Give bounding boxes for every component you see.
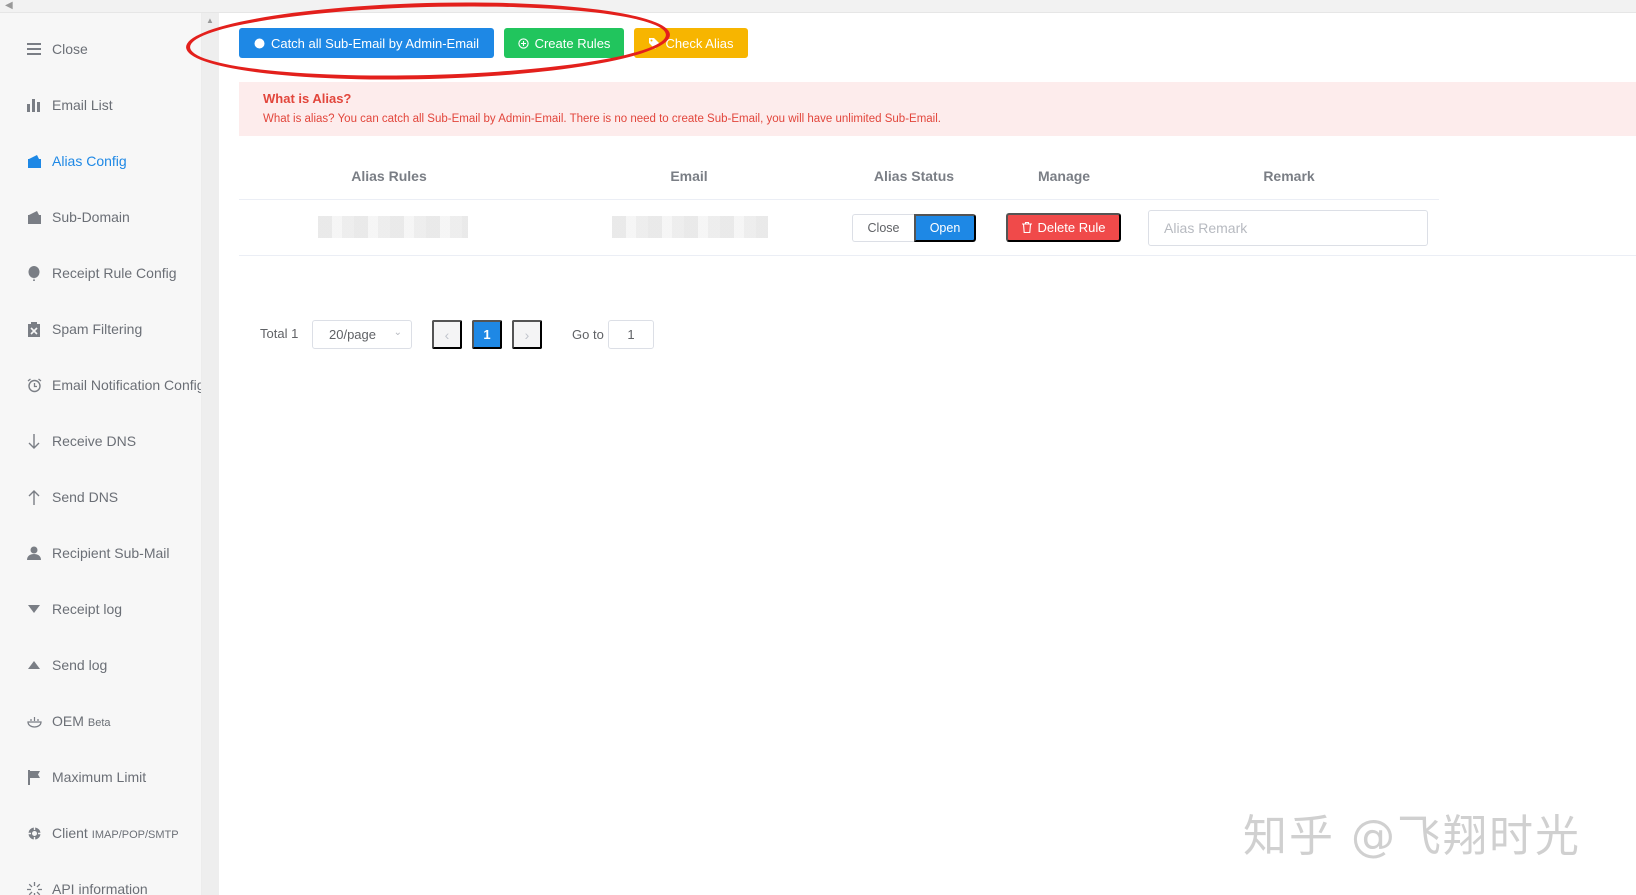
- sidebar-item-receipt-rule-config[interactable]: Receipt Rule Config: [0, 253, 201, 293]
- watermark: 知乎 @飞翔时光: [1243, 811, 1581, 862]
- balloon-icon: [26, 265, 42, 281]
- column-header-alias-rules: Alias Rules: [351, 168, 427, 184]
- check-alias-label: Check Alias: [665, 35, 734, 51]
- catch-all-label: Catch all Sub-Email by Admin-Email: [270, 35, 480, 51]
- create-rules-label: Create Rules: [534, 35, 611, 51]
- sidebar-item-label: Close: [52, 41, 88, 57]
- chevron-down-icon: ⌄: [393, 327, 402, 338]
- sidebar-item-label: Email List: [52, 97, 113, 113]
- triangle-up-icon: [26, 657, 42, 673]
- bar-chart-icon: [26, 97, 42, 113]
- dish-icon: [26, 713, 42, 729]
- sidebar-item-spam-filtering[interactable]: Spam Filtering: [0, 309, 201, 349]
- info-alert: What is Alias? What is alias? You can ca…: [239, 82, 1636, 136]
- pagination-total: Total 1: [260, 326, 299, 341]
- sidebar-item-sub-domain[interactable]: Sub-Domain: [0, 197, 201, 237]
- scroll-left-icon[interactable]: ◀: [5, 0, 13, 12]
- user-icon: [26, 545, 42, 561]
- sidebar-item-label: Alias Config: [52, 153, 127, 169]
- sidebar-item-send-log[interactable]: Send log: [0, 645, 201, 685]
- tag-icon: [648, 37, 660, 49]
- catch-all-button[interactable]: Catch all Sub-Email by Admin-Email: [239, 28, 494, 58]
- prev-page-button[interactable]: ‹: [432, 320, 462, 349]
- column-header-alias-status: Alias Status: [873, 168, 955, 184]
- plus-circle-icon: [517, 37, 529, 49]
- goto-label: Go to: [572, 327, 604, 342]
- header-divider: [239, 199, 1439, 200]
- sidebar-item-label: API information: [52, 881, 148, 895]
- clipboard-x-icon: [26, 321, 42, 337]
- sidebar-item-label: Receipt Rule Config: [52, 265, 177, 281]
- status-open-button[interactable]: Open: [914, 214, 976, 242]
- column-header-manage: Manage: [1037, 168, 1091, 184]
- sidebar-item-api-information[interactable]: API information: [0, 869, 201, 895]
- protocol-badge: IMAP/POP/SMTP: [91, 829, 179, 841]
- status-close-button[interactable]: Close: [852, 214, 914, 242]
- flag-icon: [26, 769, 42, 785]
- top-scroll-strip: ◀: [0, 0, 1636, 13]
- menu-icon: [26, 41, 42, 57]
- check-alias-button[interactable]: Check Alias: [634, 28, 748, 58]
- beta-badge: Beta: [87, 717, 111, 729]
- triangle-down-icon: [26, 601, 42, 617]
- next-page-button[interactable]: ›: [512, 320, 542, 349]
- sidebar-item-email-list[interactable]: Email List: [0, 85, 201, 125]
- loading-icon: [26, 881, 42, 895]
- page-size-select[interactable]: 20/page ⌄: [312, 320, 412, 349]
- sidebar-item-label: Send log: [52, 657, 108, 673]
- sidebar-item-send-dns[interactable]: Send DNS: [0, 477, 201, 517]
- sidebar-item-alias-config[interactable]: Alias Config: [0, 141, 201, 181]
- sidebar-item-label: Send DNS: [52, 489, 119, 505]
- sidebar-item-label: Receipt log: [52, 601, 123, 617]
- chevron-left-icon: ‹: [444, 326, 450, 343]
- alias-remark-input[interactable]: [1148, 210, 1428, 246]
- wallet-icon: [26, 153, 42, 169]
- sidebar-item-label: Receive DNS: [52, 433, 137, 449]
- create-rules-button[interactable]: Create Rules: [504, 28, 624, 58]
- email-cell-redacted: [612, 216, 768, 238]
- scrollbar-track[interactable]: ▲: [202, 13, 219, 895]
- sidebar-item-label: Recipient Sub-Mail: [52, 545, 170, 561]
- alarm-clock-icon: [26, 377, 42, 393]
- arrow-down-icon: [26, 433, 42, 449]
- column-header-remark: Remark: [1263, 168, 1315, 184]
- sidebar-item-recipient-sub-mail[interactable]: Recipient Sub-Mail: [0, 533, 201, 573]
- alert-title: What is Alias?: [263, 91, 352, 106]
- sidebar-item-label: Client: [52, 825, 88, 841]
- sidebar-item-email-notification-config[interactable]: Email Notification Config: [0, 365, 202, 405]
- chevron-right-icon: ›: [524, 326, 530, 343]
- sidebar: Close Email List Alias Config Sub-Domain…: [0, 13, 202, 895]
- sidebar-item-maximum-limit[interactable]: Maximum Limit: [0, 757, 201, 797]
- goto-page-input[interactable]: [608, 320, 654, 349]
- column-header-email: Email: [670, 168, 708, 184]
- sidebar-item-client[interactable]: Client IMAP/POP/SMTP: [0, 813, 201, 853]
- delete-rule-label: Delete Rule: [1037, 220, 1106, 235]
- row-divider: [239, 255, 1636, 256]
- sidebar-item-receipt-log[interactable]: Receipt log: [0, 589, 201, 629]
- sidebar-item-label: Email Notification Config: [52, 377, 202, 393]
- alias-rule-cell-redacted: [318, 216, 468, 238]
- sidebar-item-close[interactable]: Close: [0, 29, 201, 69]
- scroll-up-icon[interactable]: ▲: [206, 16, 214, 25]
- trash-icon: [1021, 222, 1032, 233]
- sidebar-item-label: OEM: [52, 713, 84, 729]
- dot-circle-icon: [254, 38, 265, 48]
- page-number-current[interactable]: 1: [472, 320, 502, 349]
- sidebar-item-oem[interactable]: OEM Beta: [0, 701, 201, 741]
- sidebar-item-receive-dns[interactable]: Receive DNS: [0, 421, 201, 461]
- lifebuoy-icon: [26, 825, 42, 841]
- sidebar-item-label: Sub-Domain: [52, 209, 130, 225]
- delete-rule-button[interactable]: Delete Rule: [1006, 213, 1121, 242]
- sidebar-item-label: Maximum Limit: [52, 769, 147, 785]
- page-size-value: 20/page: [329, 327, 376, 342]
- alert-description: What is alias? You can catch all Sub-Ema…: [263, 113, 941, 125]
- arrow-up-icon: [26, 489, 42, 505]
- sidebar-item-label: Spam Filtering: [52, 321, 143, 337]
- wallet-icon: [26, 209, 42, 225]
